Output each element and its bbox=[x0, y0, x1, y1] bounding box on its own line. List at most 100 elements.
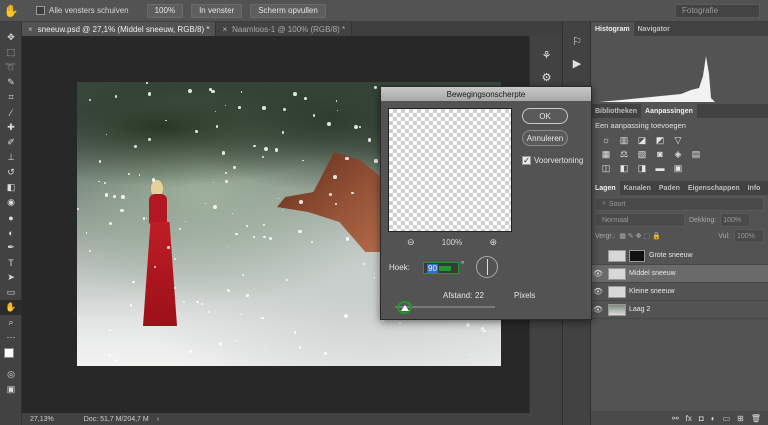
opacity-field[interactable]: 100% bbox=[720, 213, 751, 227]
hand-tool-icon[interactable]: ✋ bbox=[0, 300, 22, 315]
group-icon[interactable]: ▭ bbox=[723, 414, 731, 423]
workspace-select[interactable]: Fotografie bbox=[675, 4, 760, 18]
brush-settings-icon[interactable]: ⚘ bbox=[530, 44, 563, 66]
curves-icon[interactable]: ◪ bbox=[637, 135, 647, 145]
scroll-all-windows[interactable]: Alle vensters schuiven bbox=[36, 6, 129, 15]
crop-tool-icon[interactable]: ⌗ bbox=[0, 90, 22, 105]
lock-icons[interactable]: ▦ ✎ ✥ ⬚ 🔒 bbox=[619, 232, 714, 240]
play-actions-icon[interactable]: ▶ bbox=[563, 52, 591, 74]
zoom-readout[interactable]: 27,13% bbox=[30, 416, 54, 423]
gradient-map-icon[interactable]: ▬ bbox=[655, 163, 665, 173]
eye-icon[interactable]: 👁 bbox=[591, 269, 605, 278]
zoom-100-button[interactable]: 100% bbox=[146, 3, 184, 18]
stamp-tool-icon[interactable]: ⊥ bbox=[0, 150, 22, 165]
link-icon[interactable]: ⚯ bbox=[672, 414, 679, 423]
search-icon: ⌕ bbox=[602, 200, 606, 207]
tab-histogram[interactable]: Histogram bbox=[591, 22, 634, 36]
dodge-tool-icon[interactable]: ◐ bbox=[0, 225, 22, 240]
status-arrow-icon[interactable]: › bbox=[157, 416, 159, 423]
type-tool-icon[interactable]: T bbox=[0, 255, 22, 270]
zoom-out-icon[interactable]: ⊖ bbox=[407, 237, 415, 248]
foreground-color[interactable] bbox=[4, 348, 14, 358]
tab-naamloos[interactable]: × Naamloos-1 @ 100% (RGB/8) * bbox=[216, 22, 353, 36]
eraser-tool-icon[interactable]: ◧ bbox=[0, 180, 22, 195]
path-select-tool-icon[interactable]: ➤ bbox=[0, 270, 22, 285]
lasso-tool-icon[interactable]: ➰ bbox=[0, 60, 22, 75]
brightness-icon[interactable]: ☼ bbox=[601, 135, 611, 145]
tab-properties[interactable]: Eigenschappen bbox=[684, 181, 744, 195]
history-brush-icon[interactable]: ↺ bbox=[0, 165, 22, 180]
pen-tool-icon[interactable]: ✒ bbox=[0, 240, 22, 255]
quick-select-tool-icon[interactable]: ✎ bbox=[0, 75, 22, 90]
hand-tool-icon[interactable]: ✋ bbox=[0, 0, 22, 22]
hue-saturation-icon[interactable]: ▦ bbox=[601, 149, 611, 159]
distance-slider-thumb[interactable] bbox=[397, 301, 412, 314]
blend-mode-select[interactable]: Normaal bbox=[595, 213, 685, 227]
tab-adjustments[interactable]: Aanpassingen bbox=[641, 104, 697, 118]
zoom-in-icon[interactable]: ⊕ bbox=[489, 237, 497, 248]
gradient-tool-icon[interactable]: ◉ bbox=[0, 195, 22, 210]
ok-button[interactable]: OK bbox=[522, 108, 568, 124]
invert-icon[interactable]: ◫ bbox=[601, 163, 611, 173]
color-swatches[interactable] bbox=[0, 345, 21, 367]
healing-tool-icon[interactable]: ✚ bbox=[0, 120, 22, 135]
preview-toggle[interactable]: ✓ Voorvertoning bbox=[522, 156, 583, 165]
layer-grote-sneeuw[interactable]: Grote sneeuw bbox=[591, 247, 768, 265]
cancel-button[interactable]: Annuleren bbox=[522, 130, 568, 146]
angle-input[interactable]: 90 bbox=[423, 262, 459, 274]
scroll-all-checkbox[interactable] bbox=[36, 6, 45, 15]
exposure-icon[interactable]: ◩ bbox=[655, 135, 665, 145]
zoom-tool-icon[interactable]: ⌕ bbox=[0, 315, 22, 330]
channel-mixer-icon[interactable]: ◈ bbox=[673, 149, 683, 159]
threshold-icon[interactable]: ◨ bbox=[637, 163, 647, 173]
more-tools-icon[interactable]: ⋯ bbox=[0, 330, 22, 345]
eye-icon[interactable]: 👁 bbox=[591, 287, 605, 296]
photo-filter-icon[interactable]: ◙ bbox=[655, 149, 665, 159]
tab-sneeuw[interactable]: × sneeuw.psd @ 27,1% (Middel sneeuw, RGB… bbox=[22, 22, 217, 36]
tab-channels[interactable]: Kanalen bbox=[620, 181, 655, 195]
tab-libraries[interactable]: Bibliotheken bbox=[591, 104, 641, 118]
adjustment-layer-icon[interactable]: ◐ bbox=[711, 414, 716, 423]
filter-preview[interactable] bbox=[388, 108, 512, 232]
brush-tool-icon[interactable]: ✐ bbox=[0, 135, 22, 150]
snowflake bbox=[134, 144, 138, 148]
quick-mask-icon[interactable]: ◎ bbox=[0, 367, 22, 382]
tab-paths[interactable]: Paden bbox=[655, 181, 684, 195]
properties-icon[interactable]: ⚙ bbox=[530, 66, 563, 88]
tab-navigator[interactable]: Navigator bbox=[634, 22, 674, 36]
vibrance-icon[interactable]: ▽ bbox=[673, 135, 683, 145]
eye-icon[interactable]: 👁 bbox=[591, 305, 605, 314]
layer-kleine-sneeuw[interactable]: 👁 Kleine sneeuw bbox=[591, 283, 768, 301]
add-mask-icon[interactable]: ◘ bbox=[699, 414, 704, 423]
angle-dial[interactable] bbox=[476, 256, 498, 278]
shape-tool-icon[interactable]: ▭ bbox=[0, 285, 22, 300]
color-balance-icon[interactable]: ⚖ bbox=[619, 149, 629, 159]
distance-value[interactable]: 22 bbox=[475, 291, 484, 300]
black-white-icon[interactable]: ▧ bbox=[637, 149, 647, 159]
selective-color-icon[interactable]: ▣ bbox=[673, 163, 683, 173]
layer-laag-2[interactable]: 👁 Laag 2 bbox=[591, 301, 768, 319]
layer-middel-sneeuw[interactable]: 👁 Middel sneeuw bbox=[591, 265, 768, 283]
blur-tool-icon[interactable]: ● bbox=[0, 210, 22, 225]
layer-filter-select[interactable]: ⌕ Soort bbox=[595, 197, 764, 211]
preview-checkbox[interactable]: ✓ bbox=[522, 156, 531, 165]
posterize-icon[interactable]: ◧ bbox=[619, 163, 629, 173]
screen-mode-icon[interactable]: ▣ bbox=[0, 382, 22, 397]
eyedropper-tool-icon[interactable]: ⁄ bbox=[0, 105, 22, 120]
move-tool-icon[interactable]: ✥ bbox=[0, 30, 22, 45]
close-icon[interactable]: × bbox=[222, 25, 227, 34]
levels-icon[interactable]: ▥ bbox=[619, 135, 629, 145]
tab-info[interactable]: Info bbox=[744, 181, 765, 195]
fill-field[interactable]: 100% bbox=[734, 229, 764, 243]
fill-screen-button[interactable]: Scherm opvullen bbox=[250, 3, 326, 18]
stamp-panel-icon[interactable]: ⚐ bbox=[563, 30, 591, 52]
new-layer-icon[interactable]: ⊞ bbox=[737, 414, 744, 423]
layer-mask-thumbnail[interactable] bbox=[629, 249, 645, 262]
close-icon[interactable]: × bbox=[28, 25, 33, 34]
fit-window-button[interactable]: In venster bbox=[191, 3, 243, 18]
marquee-tool-icon[interactable]: ⬚ bbox=[0, 45, 22, 60]
color-lookup-icon[interactable]: ▤ bbox=[691, 149, 701, 159]
trash-icon[interactable]: 🗑 bbox=[751, 414, 761, 423]
tab-layers[interactable]: Lagen bbox=[591, 181, 620, 195]
fx-icon[interactable]: fx bbox=[686, 414, 692, 423]
